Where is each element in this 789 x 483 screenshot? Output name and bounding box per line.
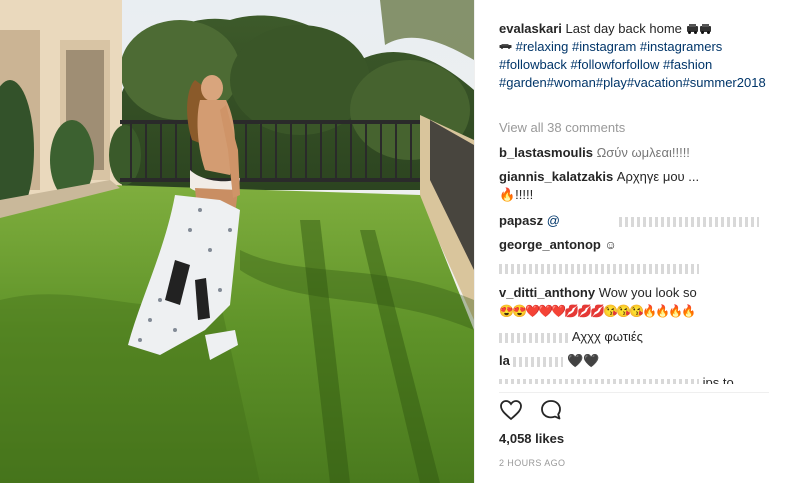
blurred-text: [499, 264, 699, 274]
blurred-text: [499, 378, 699, 384]
like-count[interactable]: 4,058 likes: [499, 431, 564, 446]
emoji: 💋: [577, 304, 592, 318]
post-timestamp: 2 HOURS AGO: [499, 458, 566, 468]
actions-divider: [499, 392, 769, 393]
emoji-comment: 😍😍❤️❤️❤️💋💋💋😘😘😘🔥🔥🔥🔥: [499, 302, 696, 320]
comment-text: Ωσύν ωμλεαι!!!!!: [596, 145, 690, 160]
emoji: 🔥: [668, 304, 683, 318]
emoji: 💋: [564, 304, 579, 318]
comment-text: @: [546, 213, 560, 228]
comment-item: Αχχχ φωτιές: [499, 328, 643, 346]
comments-list: b_lastasmoulis Ωσύν ωμλεαι!!!!! giannis_…: [499, 144, 779, 384]
comment-username[interactable]: b_lastasmoulis: [499, 145, 593, 160]
car-emoji-icon: [686, 24, 711, 34]
comment-item: george_antonop ☺: [499, 236, 617, 254]
comment-text: 🔥!!!!!: [499, 187, 534, 202]
comment-item: la 🖤🖤: [499, 352, 599, 370]
emoji: 🔥: [642, 304, 657, 318]
post-details-panel: evalaskari Last day back home #relaxing …: [474, 0, 789, 483]
comment-button[interactable]: [539, 398, 563, 422]
post-photo[interactable]: [0, 0, 474, 483]
smile-emoji-icon: ☺: [604, 238, 617, 252]
comment-text: 🖤🖤: [567, 353, 600, 368]
blurred-text: [499, 332, 569, 343]
comment-username[interactable]: george_antonop: [499, 237, 601, 252]
caption-username[interactable]: evalaskari: [499, 21, 562, 36]
emoji: ❤️: [538, 304, 553, 318]
emoji: 😘: [603, 304, 618, 318]
post-caption: evalaskari Last day back home #relaxing …: [499, 20, 769, 92]
view-all-comments-link[interactable]: View all 38 comments: [499, 120, 625, 135]
comment-text: ips to: [702, 375, 734, 384]
emoji: ❤️: [525, 304, 540, 318]
comment-username[interactable]: papasz: [499, 213, 543, 228]
comment-item: papasz @: [499, 212, 560, 230]
comment-item: ips to: [499, 374, 734, 384]
comment-text: Wow you look so: [598, 285, 697, 300]
instagram-post-window: evalaskari Last day back home #relaxing …: [0, 0, 789, 483]
blurred-text: [619, 217, 759, 227]
emoji: 🔥: [655, 304, 670, 318]
emoji: ❤️: [551, 304, 566, 318]
comment-text: Αχχχ φωτιές: [571, 329, 643, 344]
blurred-text: [513, 356, 564, 367]
emoji: 💋: [590, 304, 605, 318]
comment-username[interactable]: v_ditti_anthony: [499, 285, 595, 300]
emoji: 🔥: [681, 304, 696, 318]
car-emoji-icon-2: [499, 44, 512, 49]
comment-username[interactable]: la: [499, 353, 510, 368]
comment-bubble-icon: [541, 400, 561, 420]
comment-item: b_lastasmoulis Ωσύν ωμλεαι!!!!!: [499, 144, 690, 162]
comment-item: v_ditti_anthony Wow you look so: [499, 284, 697, 302]
emoji: 😍: [499, 304, 514, 318]
emoji: 😘: [629, 304, 644, 318]
comment-item: 🔥!!!!!: [499, 186, 533, 204]
comment-text: Αρχηγε μου ...: [616, 169, 700, 184]
caption-text: Last day back home: [565, 21, 682, 36]
emoji: 😘: [616, 304, 631, 318]
emoji: 😍: [512, 304, 527, 318]
heart-outline-icon: [500, 400, 522, 421]
comment-username[interactable]: giannis_kalatzakis: [499, 169, 613, 184]
caption-hashtags[interactable]: #relaxing #instagram #instagramers #foll…: [499, 39, 766, 90]
comment-item: giannis_kalatzakis Αρχηγε μου ...: [499, 168, 699, 186]
like-button[interactable]: [499, 398, 523, 422]
